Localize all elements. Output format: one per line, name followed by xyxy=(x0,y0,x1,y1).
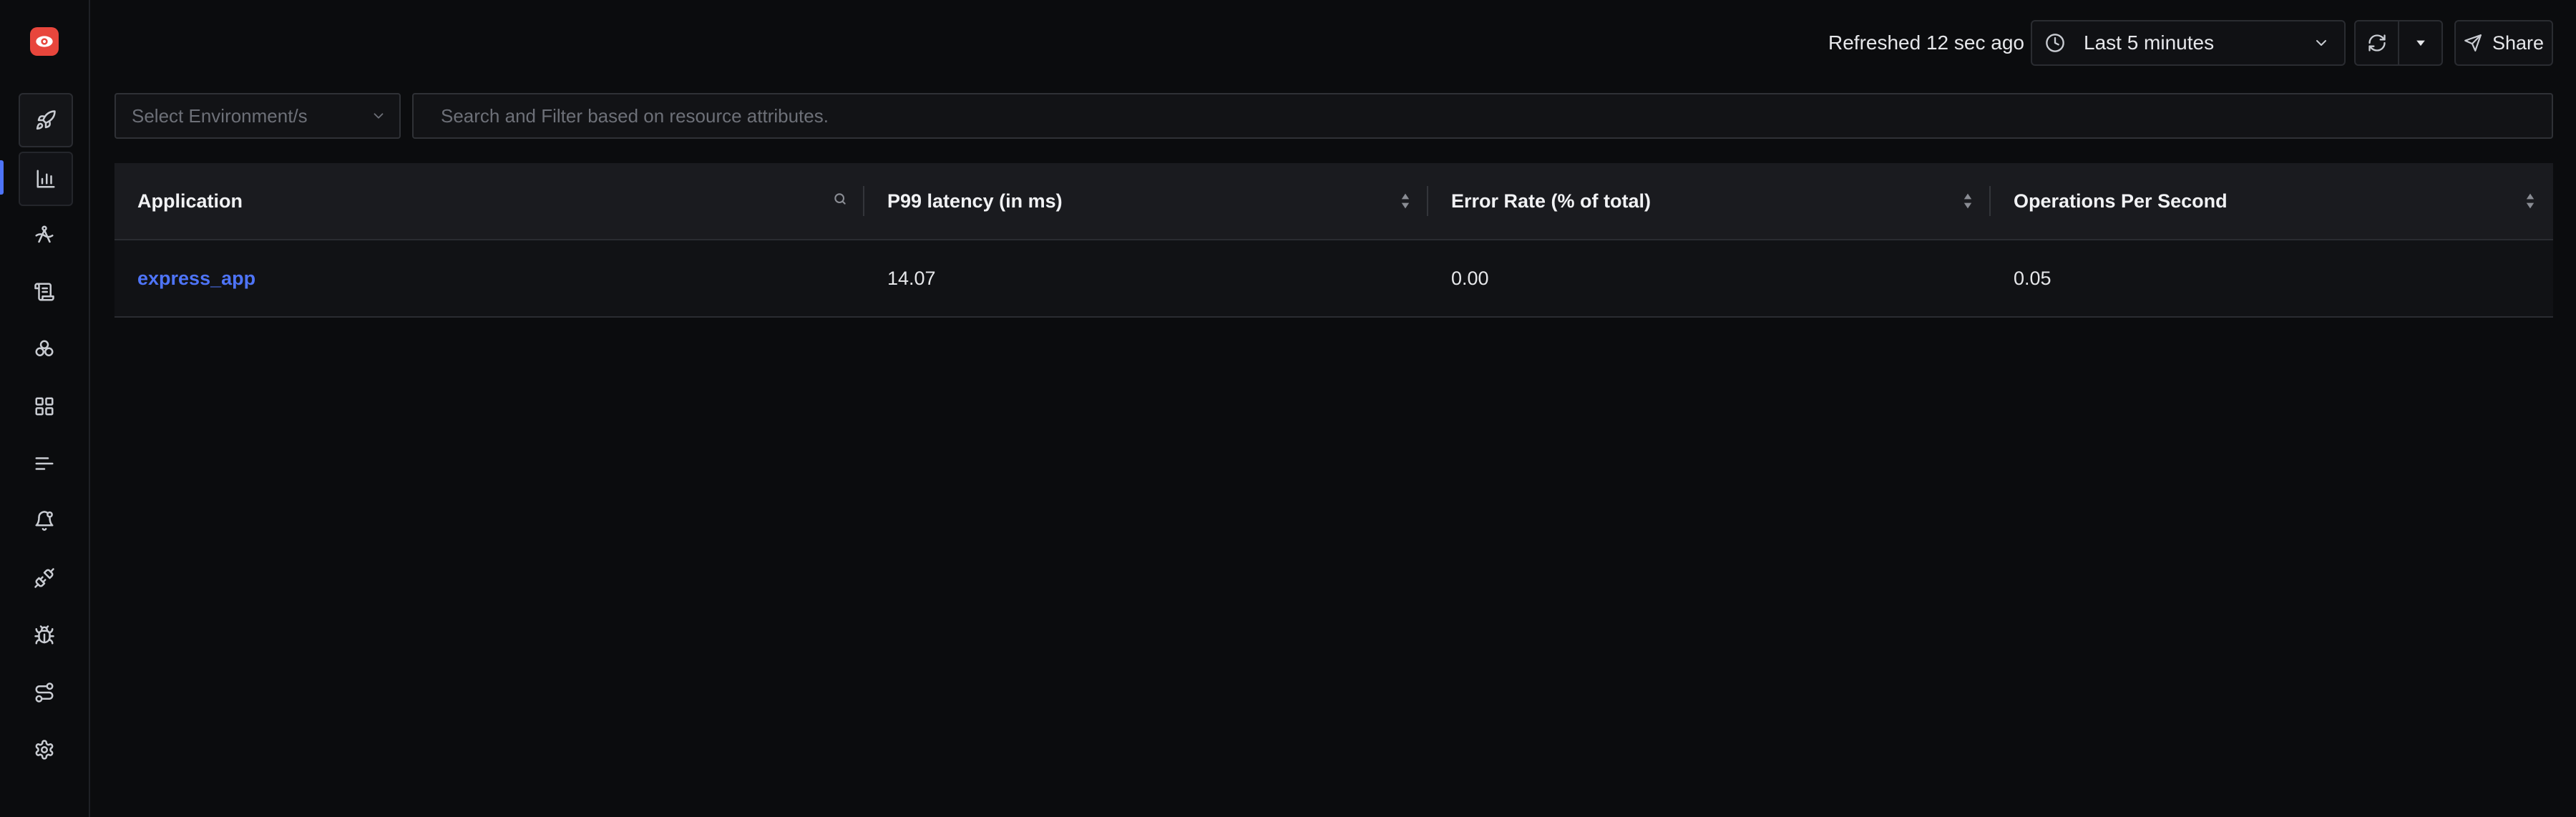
refresh-interval-dropdown[interactable] xyxy=(2398,21,2441,64)
sort-icon[interactable] xyxy=(1400,192,1411,210)
sidebar-item-integrations[interactable] xyxy=(19,552,70,604)
environment-placeholder: Select Environment/s xyxy=(132,104,308,127)
time-range-label: Last 5 minutes xyxy=(2084,31,2215,54)
refreshed-status: Refreshed 12 sec ago xyxy=(1828,31,2024,54)
column-label: Operations Per Second xyxy=(2014,190,2228,212)
chevron-down-icon xyxy=(374,113,384,119)
sidebar-item-get-started[interactable] xyxy=(19,93,73,147)
search-icon[interactable] xyxy=(833,192,847,206)
sidebar-item-dashboards[interactable] xyxy=(19,381,70,432)
sidebar-item-logs[interactable] xyxy=(19,266,70,318)
infrastructure-icon xyxy=(35,340,54,356)
p99-latency-cell: 14.07 xyxy=(887,267,936,289)
sidebar-item-traces[interactable] xyxy=(19,209,70,260)
exceptions-icon xyxy=(34,625,54,645)
sidebar xyxy=(0,0,90,817)
clock-icon xyxy=(2046,34,2064,52)
share-button[interactable]: Share xyxy=(2454,20,2553,66)
traces-icon xyxy=(35,225,54,243)
column-label: Error Rate (% of total) xyxy=(1451,190,1652,212)
sidebar-item-messaging-queues[interactable] xyxy=(19,438,70,489)
sidebar-item-settings[interactable] xyxy=(19,724,70,776)
column-header-error-rate[interactable]: Error Rate (% of total) xyxy=(1428,163,1991,239)
sidebar-item-exceptions[interactable] xyxy=(19,610,70,661)
sidebar-item-pipelines[interactable] xyxy=(19,667,70,718)
resource-filter-search xyxy=(412,93,2553,139)
column-header-p99-latency[interactable]: P99 latency (in ms) xyxy=(864,163,1428,239)
active-indicator xyxy=(0,160,4,195)
signoz-logo[interactable] xyxy=(30,27,59,56)
time-range-picker[interactable]: Last 5 minutes xyxy=(2031,20,2346,66)
bar-chart-icon xyxy=(36,170,55,188)
table-row[interactable]: express_app 14.07 0.00 0.05 xyxy=(114,240,2553,318)
refresh-button[interactable] xyxy=(2356,21,2398,64)
sidebar-item-services[interactable] xyxy=(19,152,73,206)
sort-icon[interactable] xyxy=(1962,192,1974,210)
messaging-queues-icon xyxy=(35,457,54,470)
table-header: Application P99 latency (in ms) Error Ra… xyxy=(114,163,2553,240)
sort-icon[interactable] xyxy=(2524,192,2536,210)
sidebar-item-alerts[interactable] xyxy=(19,495,70,547)
column-header-operations-per-second[interactable]: Operations Per Second xyxy=(1991,163,2553,239)
sidebar-item-infrastructure[interactable] xyxy=(19,323,70,375)
settings-icon xyxy=(35,740,54,760)
send-icon xyxy=(2464,34,2482,52)
ops-per-second-cell: 0.05 xyxy=(2014,267,2051,289)
services-table: Application P99 latency (in ms) Error Ra… xyxy=(114,163,2553,318)
pipelines-icon xyxy=(35,683,54,703)
integrations-icon xyxy=(34,568,54,588)
column-label: P99 latency (in ms) xyxy=(887,190,1063,212)
application-link[interactable]: express_app xyxy=(114,268,864,290)
column-header-application[interactable]: Application xyxy=(114,163,864,239)
column-label: Application xyxy=(137,190,243,212)
caret-down-icon xyxy=(2416,40,2425,47)
rocket-icon xyxy=(36,110,56,130)
eye-logo-icon xyxy=(36,36,53,47)
dashboards-icon xyxy=(35,397,54,416)
resource-filter-input[interactable] xyxy=(414,94,2552,137)
logs-icon xyxy=(34,283,54,301)
share-label: Share xyxy=(2492,31,2545,54)
chevron-down-icon xyxy=(2316,40,2326,46)
alerts-icon xyxy=(35,511,54,531)
environment-select[interactable]: Select Environment/s xyxy=(114,93,401,139)
refresh-controls xyxy=(2354,20,2443,66)
refresh-icon xyxy=(2368,34,2386,52)
error-rate-cell: 0.00 xyxy=(1451,267,1489,289)
